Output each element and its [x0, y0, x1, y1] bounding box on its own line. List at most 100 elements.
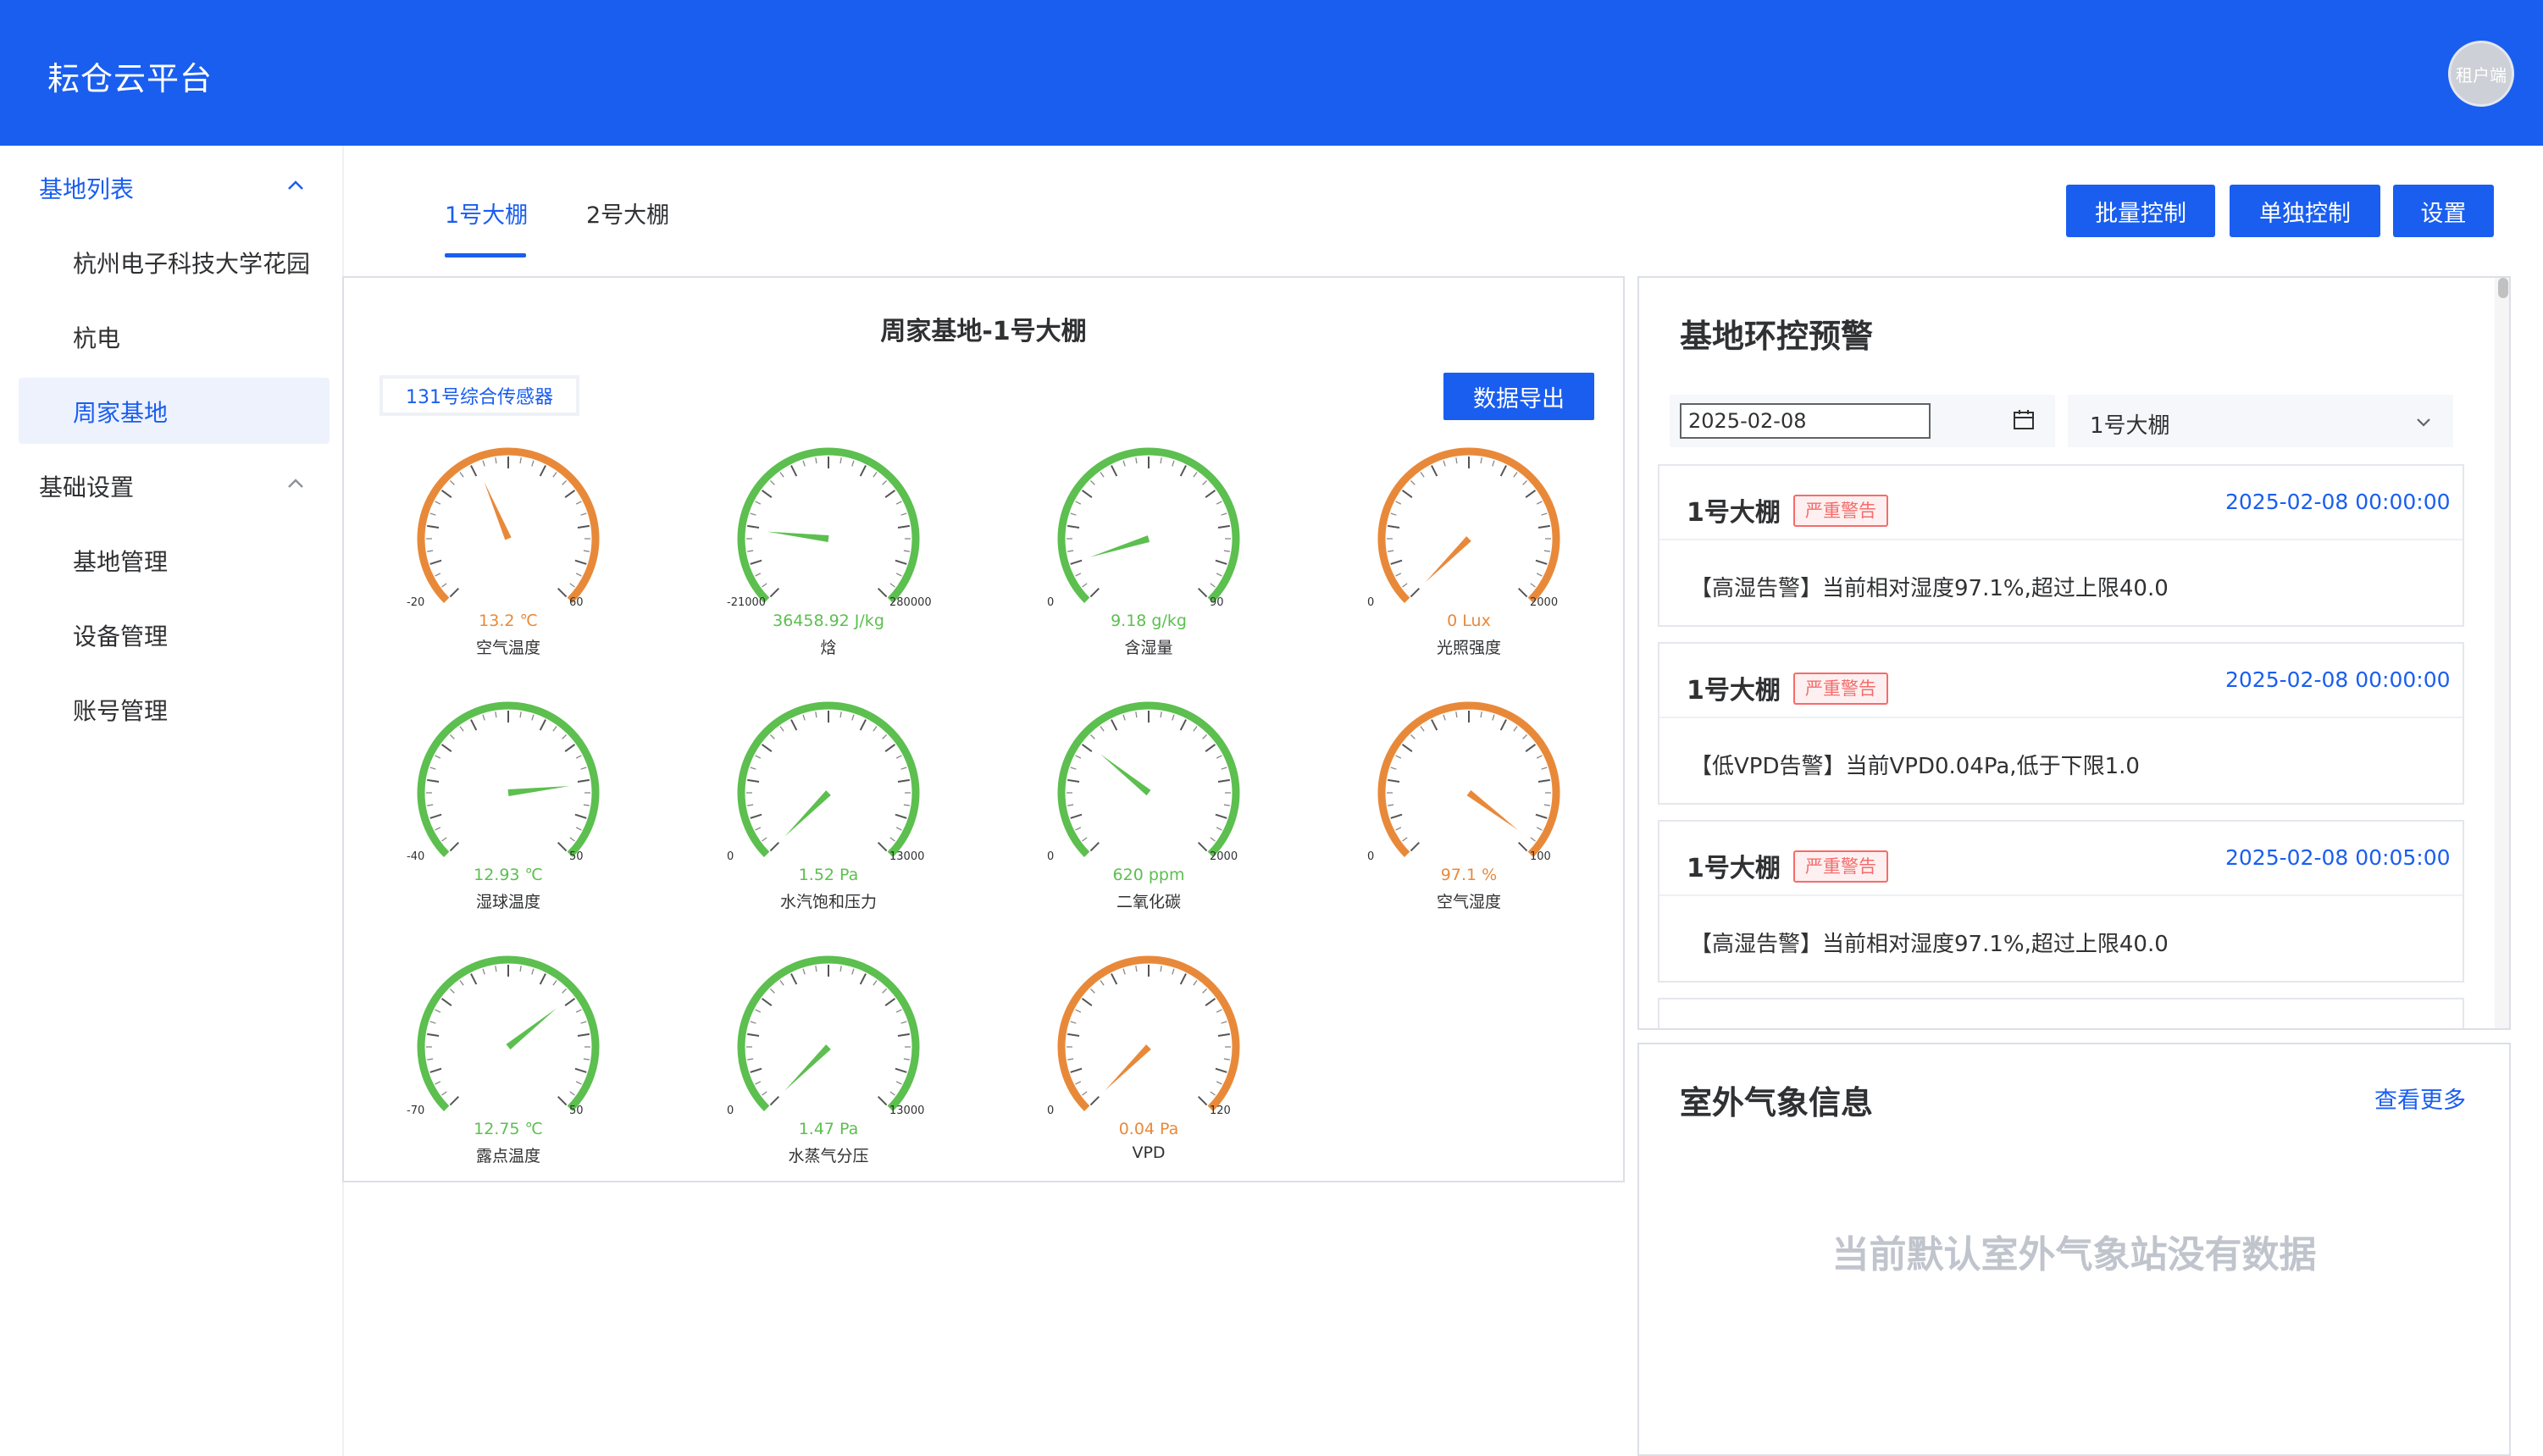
gauge: 0 13000 1.52 Pa 水汽饱和压力	[701, 693, 956, 947]
alert-greenhouse-name: 1号大棚	[1687, 854, 1781, 883]
view-more-link[interactable]: 查看更多	[2374, 1082, 2466, 1115]
gauge-tick	[1390, 512, 1397, 516]
alert-card[interactable]: 1号大棚 严重警告 2025-02-08 00:05:00 【高湿告警】当前相对…	[1658, 820, 2464, 983]
gauge-tick	[574, 813, 587, 819]
sidebar-item-account-management[interactable]: 账号管理	[73, 693, 168, 727]
gauge-tick	[1067, 804, 1074, 806]
sidebar-item-zhoujia[interactable]: 周家基地	[73, 395, 168, 429]
gauge-tick	[1216, 827, 1222, 831]
gauge-tick	[1122, 460, 1126, 467]
weather-panel-title: 室外气象信息	[1680, 1084, 1874, 1121]
gauge-tick	[790, 719, 798, 731]
gauge-tick	[851, 460, 855, 467]
gauge-tick	[575, 827, 582, 831]
sidebar-group-basic-settings[interactable]: 基础设置	[39, 469, 134, 503]
gauge-tick	[747, 524, 760, 529]
export-data-button[interactable]: 数据导出	[1443, 373, 1594, 420]
alert-card[interactable]: 1号大棚 严重警告 2025-02-08 00:00:00 【低VPD告警】当前…	[1658, 642, 2464, 805]
single-control-button[interactable]: 单独控制	[2230, 185, 2380, 237]
weather-empty-message: 当前默认室外气象站没有数据	[1831, 1233, 2317, 1276]
sidebar-item-base-management[interactable]: 基地管理	[73, 544, 168, 578]
sidebar-item-device-management[interactable]: 设备管理	[73, 618, 168, 652]
gauge-max-label: 50	[569, 1104, 584, 1117]
gauge-tick	[790, 465, 798, 477]
greenhouse-select[interactable]: 1号大棚	[2068, 395, 2453, 447]
alert-card-partial[interactable]	[1658, 998, 2464, 1028]
gauge-tick	[1525, 744, 1537, 753]
sidebar-item-hdu-garden[interactable]: 杭州电子科技大学花园	[73, 246, 310, 280]
gauge-value: 13.2 ℃	[479, 612, 538, 630]
gauge-tick	[900, 767, 907, 770]
gauges-panel: 周家基地-1号大棚 131号综合传感器 数据导出 -20 60 13.2 ℃ 空气温度…	[342, 276, 1625, 1182]
gauge-tick	[895, 501, 902, 505]
gauge-tick	[750, 813, 762, 819]
gauge-tick	[1221, 1021, 1227, 1024]
chevron-up-icon[interactable]	[285, 473, 307, 495]
batch-control-button[interactable]: 批量控制	[2066, 185, 2215, 237]
gauge-tick	[897, 1032, 910, 1038]
gauge-tick	[1070, 512, 1077, 516]
gauge: 0 2000 0 Lux 光照强度	[1342, 439, 1596, 693]
gauge-max-label: 60	[569, 596, 584, 609]
gauge-tick	[435, 1009, 441, 1013]
gauge-dial	[1057, 955, 1240, 1112]
gauge-tick	[435, 1081, 441, 1085]
gauge-tick	[895, 827, 902, 831]
date-picker[interactable]: 2025-02-08	[1670, 395, 2055, 447]
gauge-tick	[1492, 460, 1495, 467]
gauge-tick	[1122, 968, 1126, 975]
gauge-arc	[1057, 955, 1240, 1112]
gauge-name: 湿球温度	[475, 893, 540, 911]
gauge-tick	[1537, 778, 1550, 783]
gauge-tick	[1100, 726, 1105, 732]
gauge-tick	[1499, 465, 1507, 477]
gauge-tick	[531, 460, 535, 467]
gauge-tick	[889, 837, 895, 842]
gauge-tick	[1455, 457, 1458, 464]
gauge-tick	[583, 1058, 590, 1060]
date-input[interactable]: 2025-02-08	[1680, 403, 1931, 439]
gauge-min-label: -21000	[727, 596, 767, 609]
sensor-tag[interactable]: 131号综合传感器	[380, 375, 579, 416]
gauge-tick	[755, 1009, 762, 1013]
gauge-tick	[1395, 755, 1402, 759]
gauge-dial	[737, 955, 920, 1112]
gauge-tick	[429, 512, 436, 516]
gauge-tick	[747, 1058, 754, 1060]
gauge-tick	[459, 980, 464, 986]
sidebar-group-base-list[interactable]: 基地列表	[39, 171, 134, 205]
alert-time: 2025-02-08 00:05:00	[2225, 845, 2451, 870]
gauge-tick	[839, 711, 842, 718]
settings-button[interactable]: 设置	[2393, 185, 2494, 237]
gauge-tick	[1431, 719, 1438, 731]
gauge-tick	[815, 711, 817, 718]
calendar-icon[interactable]	[2012, 408, 2036, 432]
gauge-tick	[459, 726, 464, 732]
chevron-down-icon[interactable]	[2413, 412, 2434, 432]
gauge-min-label: 0	[727, 850, 734, 863]
scrollbar-thumb[interactable]	[2498, 278, 2508, 298]
user-avatar[interactable]: 租户端	[2448, 41, 2514, 107]
chevron-up-icon[interactable]	[285, 174, 307, 197]
gauge-tick	[769, 734, 775, 739]
gauge: -70 50 12.75 ℃ 露点温度	[381, 947, 635, 1201]
alert-card[interactable]: 1号大棚 严重警告 2025-02-08 00:00:00 【高湿告警】当前相对…	[1658, 464, 2464, 627]
gauge-tick	[1517, 841, 1528, 852]
gauge-tick	[449, 734, 455, 739]
gauge-tick	[1210, 583, 1216, 588]
gauge-tick	[1202, 988, 1208, 994]
gauge-tick	[1210, 1091, 1216, 1096]
gauge-min-label: 0	[1047, 1104, 1055, 1117]
gauge-tick	[897, 524, 910, 529]
gauge-value: 0.04 Pa	[1118, 1120, 1179, 1138]
sidebar-item-hangdian[interactable]: 杭电	[73, 320, 120, 354]
gauge-needle	[1089, 535, 1150, 557]
alert-scrollbar[interactable]	[2495, 278, 2509, 1028]
gauge-tick	[1410, 841, 1421, 852]
greenhouse-select-value: 1号大棚	[2090, 413, 2170, 439]
gauge-tick	[575, 755, 582, 759]
gauge-tick	[1443, 714, 1446, 721]
tab-greenhouse-1[interactable]: 1号大棚	[445, 197, 528, 230]
tab-greenhouse-2[interactable]: 2号大棚	[586, 197, 669, 230]
gauge-tick	[903, 1058, 910, 1060]
